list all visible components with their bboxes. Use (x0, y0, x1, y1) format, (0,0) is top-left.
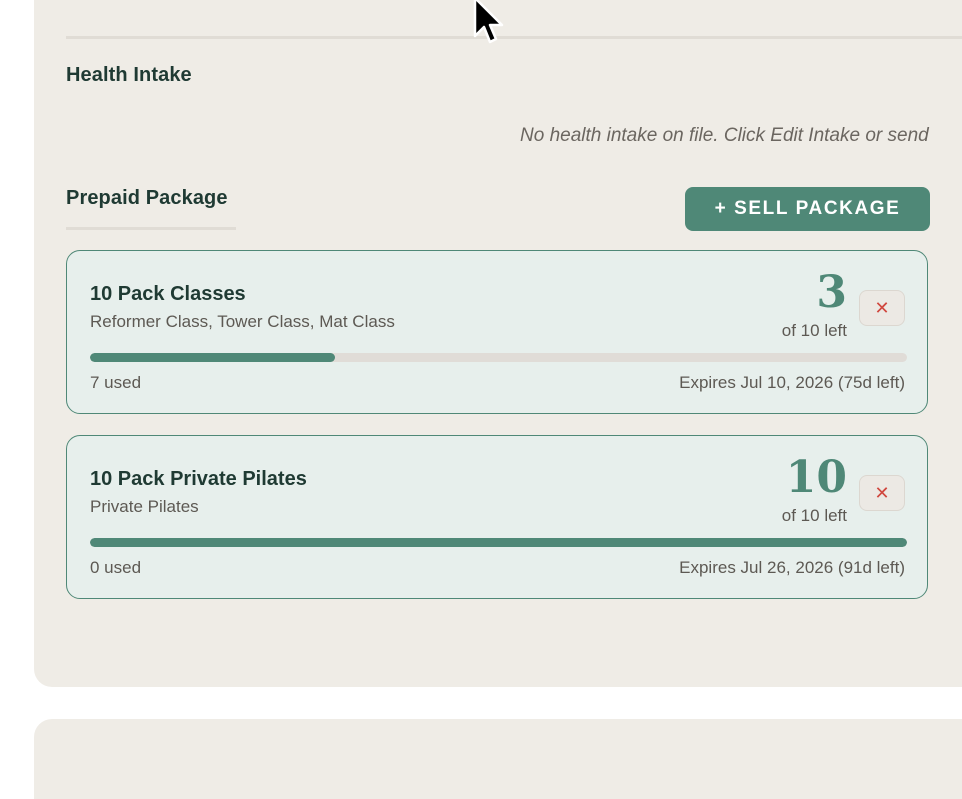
usage-progress-fill (90, 353, 336, 362)
prepaid-package-underline (66, 227, 236, 230)
package-card: 10 Pack Classes Reformer Class, Tower Cl… (66, 250, 928, 414)
usage-progress-bar (90, 353, 907, 362)
sell-package-label: + SELL PACKAGE (714, 198, 901, 219)
sell-package-button[interactable]: + SELL PACKAGE (685, 187, 930, 231)
close-icon: ✕ (874, 482, 890, 503)
package-card: 10 Pack Private Pilates Private Pilates … (66, 435, 928, 599)
remaining-count: 3 (816, 267, 847, 318)
close-icon: ✕ (874, 297, 890, 318)
package-name: 10 Pack Classes (90, 283, 246, 305)
expiry-label: Expires Jul 26, 2026 (91d left) (679, 558, 905, 577)
remove-package-button[interactable]: ✕ (859, 475, 905, 511)
mouse-pointer-icon (473, 0, 504, 44)
health-intake-empty-message: No health intake on file. Click Edit Int… (520, 125, 929, 146)
remaining-count: 10 (785, 452, 847, 503)
expiry-label: Expires Jul 10, 2026 (75d left) (679, 373, 905, 392)
usage-progress-fill (90, 538, 907, 547)
prepaid-package-heading: Prepaid Package (66, 187, 228, 209)
package-classes: Reformer Class, Tower Class, Mat Class (90, 312, 395, 331)
remove-package-button[interactable]: ✕ (859, 290, 905, 326)
used-count-label: 0 used (90, 558, 142, 577)
used-count-label: 7 used (90, 373, 142, 392)
section-divider (66, 36, 962, 39)
usage-progress-bar (90, 538, 907, 547)
remaining-label: of 10 left (781, 506, 847, 525)
package-classes: Private Pilates (90, 497, 199, 516)
remaining-label: of 10 left (781, 321, 847, 340)
health-intake-heading: Health Intake (66, 64, 192, 86)
next-panel (34, 719, 962, 799)
package-name: 10 Pack Private Pilates (90, 468, 307, 490)
